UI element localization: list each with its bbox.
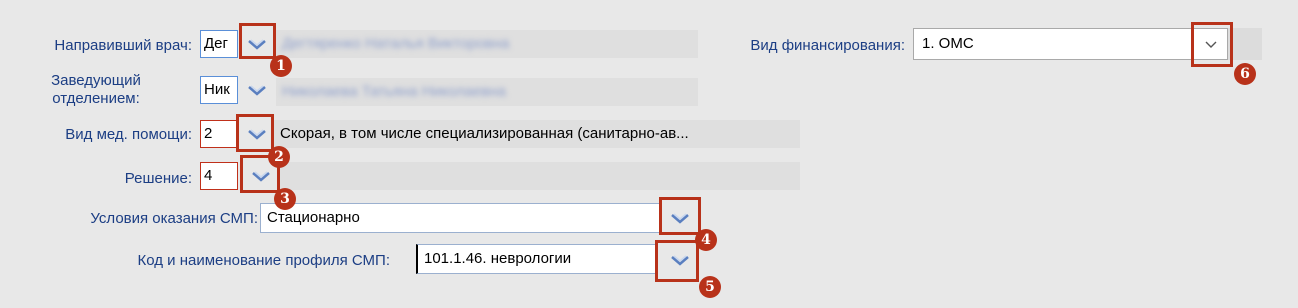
annotation-badge-6: 6 <box>1234 63 1256 85</box>
chevron-down-icon <box>671 213 689 224</box>
decision-name <box>280 162 800 190</box>
decision-lookup-button[interactable] <box>247 162 275 190</box>
financing-select[interactable]: 1. ОМС <box>913 28 1228 60</box>
financing-area-bg <box>1228 28 1262 60</box>
annotation-badge-5: 5 <box>699 276 721 298</box>
referring-doctor-label: Направивший врач: <box>54 37 192 54</box>
head-of-department-label: Заведующий отделением: <box>51 72 141 107</box>
annotation-badge-2: 2 <box>268 146 290 168</box>
profile-lookup-button[interactable] <box>666 246 694 274</box>
chevron-down-icon <box>248 129 266 140</box>
chevron-down-icon <box>252 171 270 182</box>
chevron-down-icon <box>1205 41 1217 48</box>
referring-doctor-code-input[interactable]: Дег <box>200 30 238 58</box>
decision-code-input[interactable]: 4 <box>200 162 238 190</box>
annotation-badge-4: 4 <box>695 229 717 251</box>
care-type-label: Вид мед. помощи: <box>65 126 192 143</box>
care-type-code-input[interactable]: 2 <box>200 120 238 148</box>
conditions-label: Условия оказания СМП: <box>90 210 258 227</box>
care-type-name: Скорая, в том числе специализированная (… <box>274 120 800 148</box>
profile-input[interactable]: 101.1.46. неврологии <box>416 244 656 274</box>
profile-label: Код и наименование профиля СМП: <box>137 252 391 269</box>
chevron-down-icon <box>248 85 266 96</box>
annotation-badge-1: 1 <box>270 55 292 77</box>
head-of-department-code-input[interactable]: Ник <box>200 76 238 104</box>
conditions-lookup-button[interactable] <box>666 204 694 232</box>
financing-value: 1. ОМС <box>922 35 974 52</box>
decision-label: Решение: <box>124 170 192 187</box>
care-type-lookup-button[interactable] <box>243 120 271 148</box>
chevron-down-icon <box>248 39 266 50</box>
head-of-department-lookup-button[interactable] <box>243 76 271 104</box>
referring-doctor-lookup-button[interactable] <box>243 30 271 58</box>
referring-doctor-name: Дегтяренко Наталья Викторовна <box>276 30 698 58</box>
financing-dropdown-button[interactable] <box>1196 30 1226 60</box>
financing-label: Вид финансирования: <box>750 37 905 54</box>
chevron-down-icon <box>671 255 689 266</box>
conditions-input[interactable]: Стационарно <box>260 203 660 233</box>
annotation-badge-3: 3 <box>274 188 296 210</box>
head-of-department-name: Николаева Татьяна Николаевна <box>276 78 698 106</box>
